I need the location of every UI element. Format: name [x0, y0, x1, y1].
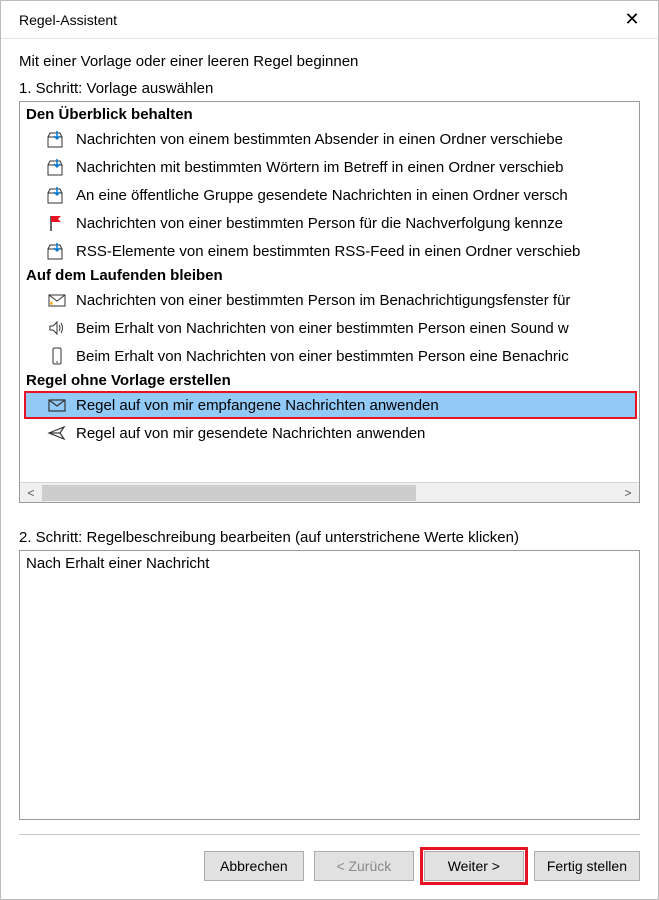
folder-arrow-icon — [46, 129, 68, 149]
template-label: RSS-Elemente von einem bestimmten RSS-Fe… — [76, 243, 580, 260]
finish-button[interactable]: Fertig stellen — [534, 851, 640, 881]
next-button[interactable]: Weiter > — [424, 851, 524, 881]
template-label: Nachrichten von einer bestimmten Person … — [76, 292, 570, 309]
content-area: Mit einer Vorlage oder einer leeren Rege… — [1, 39, 658, 820]
scroll-thumb[interactable] — [42, 485, 416, 501]
rule-description-box[interactable]: Nach Erhalt einer Nachricht — [19, 550, 640, 820]
rule-description-text: Nach Erhalt einer Nachricht — [26, 555, 209, 572]
template-label: Beim Erhalt von Nachrichten von einer be… — [76, 320, 569, 337]
flag-icon — [46, 213, 68, 233]
step2-label: 2. Schritt: Regelbeschreibung bearbeiten… — [19, 529, 640, 546]
template-item-selected[interactable]: Regel auf von mir empfangene Nachrichten… — [24, 391, 637, 419]
template-label: Regel auf von mir gesendete Nachrichten … — [76, 425, 425, 442]
scroll-track[interactable] — [42, 483, 617, 502]
template-list: Den Überblick behalten Nachrichten von e… — [20, 102, 639, 482]
template-label: Nachrichten von einem bestimmten Absende… — [76, 131, 563, 148]
send-icon — [46, 423, 68, 443]
section-header: Auf dem Laufenden bleiben — [24, 265, 637, 286]
speaker-icon — [46, 318, 68, 338]
template-item[interactable]: An eine öffentliche Gruppe gesendete Nac… — [24, 181, 637, 209]
button-row: Abbrechen < Zurück Weiter > Fertig stell… — [1, 835, 658, 899]
phone-icon — [46, 346, 68, 366]
section-header: Regel ohne Vorlage erstellen — [24, 370, 637, 391]
template-item[interactable]: RSS-Elemente von einem bestimmten RSS-Fe… — [24, 237, 637, 265]
window-title: Regel-Assistent — [19, 12, 117, 28]
template-label: Beim Erhalt von Nachrichten von einer be… — [76, 348, 569, 365]
template-label: Nachrichten mit bestimmten Wörtern im Be… — [76, 159, 563, 176]
template-item[interactable]: Nachrichten mit bestimmten Wörtern im Be… — [24, 153, 637, 181]
close-icon[interactable]: ✕ — [620, 9, 644, 30]
template-item[interactable]: Beim Erhalt von Nachrichten von einer be… — [24, 342, 637, 370]
rules-wizard-window: Regel-Assistent ✕ Mit einer Vorlage oder… — [0, 0, 659, 900]
horizontal-scrollbar[interactable]: < > — [20, 482, 639, 502]
template-item[interactable]: Regel auf von mir gesendete Nachrichten … — [24, 419, 637, 447]
template-list-box: Den Überblick behalten Nachrichten von e… — [19, 101, 640, 503]
back-button[interactable]: < Zurück — [314, 851, 414, 881]
titlebar: Regel-Assistent ✕ — [1, 1, 658, 39]
scroll-right-icon[interactable]: > — [617, 483, 639, 503]
template-item[interactable]: Nachrichten von einer bestimmten Person … — [24, 209, 637, 237]
envelope-star-icon — [46, 290, 68, 310]
section-header: Den Überblick behalten — [24, 104, 637, 125]
folder-arrow-icon — [46, 241, 68, 261]
intro-text: Mit einer Vorlage oder einer leeren Rege… — [19, 53, 640, 70]
step1-label: 1. Schritt: Vorlage auswählen — [19, 80, 640, 97]
template-label: Nachrichten von einer bestimmten Person … — [76, 215, 563, 232]
template-item[interactable]: Nachrichten von einem bestimmten Absende… — [24, 125, 637, 153]
template-label: An eine öffentliche Gruppe gesendete Nac… — [76, 187, 568, 204]
template-label: Regel auf von mir empfangene Nachrichten… — [76, 397, 439, 414]
folder-arrow-icon — [46, 185, 68, 205]
cancel-button[interactable]: Abbrechen — [204, 851, 304, 881]
folder-arrow-icon — [46, 157, 68, 177]
envelope-icon — [46, 395, 68, 415]
template-item[interactable]: Beim Erhalt von Nachrichten von einer be… — [24, 314, 637, 342]
template-item[interactable]: Nachrichten von einer bestimmten Person … — [24, 286, 637, 314]
scroll-left-icon[interactable]: < — [20, 483, 42, 503]
